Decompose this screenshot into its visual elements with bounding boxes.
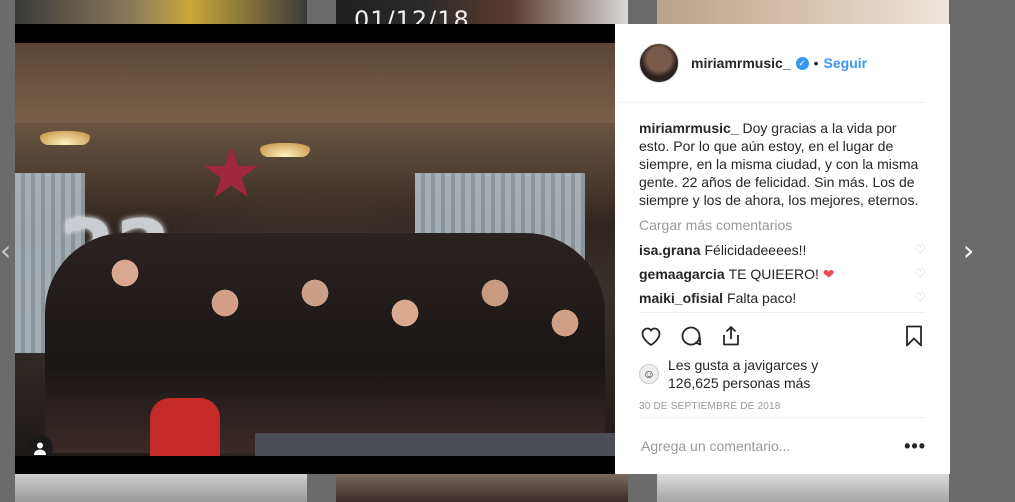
comment-icon[interactable] — [679, 324, 703, 348]
photo-person — [150, 398, 220, 456]
photo-lamp — [260, 143, 310, 157]
separator-dot: • — [813, 55, 819, 71]
comment-text: TE QUIEERO! — [728, 265, 819, 282]
prev-arrow-icon[interactable]: ‹ — [0, 234, 11, 267]
post-photo[interactable]: ★ 22 — [15, 24, 615, 474]
avatar[interactable] — [639, 43, 679, 83]
more-options-button[interactable]: ••• — [904, 436, 926, 457]
likes-line-2: 126,625 personas más — [668, 375, 811, 391]
comment-like-heart-icon[interactable]: ♡ — [914, 290, 926, 306]
comment-text: Falta paco! — [727, 290, 797, 306]
comment-row: isa.grana Félicidadeeees!! ♡ — [615, 238, 950, 262]
comment-like-heart-icon[interactable]: ♡ — [914, 242, 926, 258]
post-username[interactable]: miriamrmusic_ — [691, 55, 791, 71]
comment-row: gemaagarcia TE QUIEERO! ❤ ♡ — [615, 262, 950, 286]
post-modal: ★ 22 miriamrmusic_ ✓ • Seguir miriamrmus… — [15, 24, 950, 474]
comment-username[interactable]: isa.grana — [639, 242, 700, 258]
action-bar — [639, 312, 926, 359]
share-icon[interactable] — [719, 324, 743, 348]
likes-line-1: Les gusta a javigarces y — [668, 357, 819, 373]
photo-lamp — [40, 131, 90, 145]
next-arrow-icon[interactable]: › — [963, 234, 974, 267]
grid-thumbnail[interactable] — [657, 474, 949, 502]
post-caption: miriamrmusic_ Doy gracias a la vida por … — [615, 103, 950, 209]
thumbnail-date-text: 01/12/18 — [354, 6, 470, 24]
grid-thumbnail[interactable] — [15, 474, 307, 502]
photo-crowd — [45, 233, 605, 453]
grid-thumbnail[interactable] — [657, 0, 949, 24]
follow-button[interactable]: Seguir — [824, 55, 868, 71]
grid-thumbnail[interactable] — [336, 474, 628, 502]
comment-text-wrap: TE QUIEERO! ❤ — [729, 266, 915, 283]
red-heart-emoji-icon: ❤ — [822, 265, 835, 282]
liker-avatar: ☺ — [639, 364, 659, 384]
user-tag-icon[interactable] — [27, 435, 53, 456]
likes-summary[interactable]: ☺ Les gusta a javigarces y 126,625 perso… — [639, 356, 818, 392]
comment-username[interactable]: gemaagarcia — [639, 266, 725, 282]
likes-text: Les gusta a javigarces y 126,625 persona… — [668, 356, 818, 392]
comment-username[interactable]: maiki_ofisial — [639, 290, 723, 306]
grid-thumbnail[interactable] — [15, 0, 307, 24]
post-header: miriamrmusic_ ✓ • Seguir — [615, 24, 926, 103]
verified-badge-icon: ✓ — [795, 56, 809, 70]
photo-ceiling — [15, 43, 615, 123]
bookmark-icon[interactable] — [902, 324, 926, 348]
party-photo-image: ★ 22 — [15, 43, 615, 456]
heart-icon[interactable] — [639, 324, 663, 348]
comment-text: Félicidadeeees!! — [704, 242, 807, 258]
comment-row: maiki_ofisial Falta paco! ♡ — [615, 286, 950, 310]
post-side-panel: miriamrmusic_ ✓ • Seguir miriamrmusic_ D… — [615, 24, 950, 474]
comment-like-heart-icon[interactable]: ♡ — [914, 266, 926, 282]
grid-thumbnail[interactable]: 01/12/18 — [336, 0, 628, 24]
photo-star-balloon: ★ — [200, 134, 263, 212]
caption-username[interactable]: miriamrmusic_ — [639, 120, 739, 136]
add-comment-section: ••• — [639, 417, 926, 474]
comment-input[interactable] — [639, 437, 905, 455]
photo-table — [255, 433, 615, 456]
load-more-comments-link[interactable]: Cargar más comentarios — [615, 209, 950, 234]
post-timestamp[interactable]: 30 de septiembre de 2018 — [639, 401, 781, 412]
